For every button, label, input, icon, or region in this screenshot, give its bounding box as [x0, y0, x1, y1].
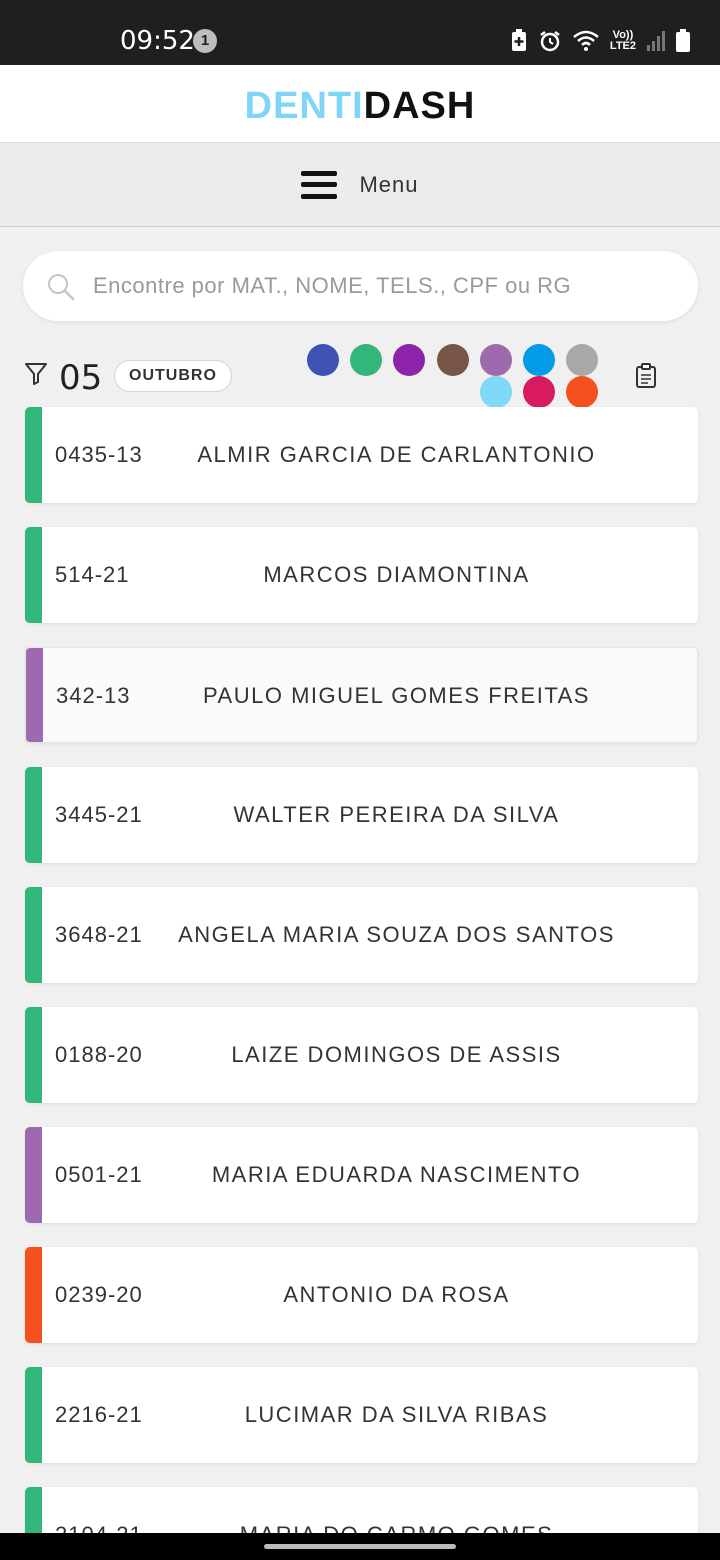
dentidash-logo[interactable]: DENTIDASH	[0, 85, 720, 128]
patient-code: 3445-21	[55, 802, 143, 827]
battery-saver-icon	[511, 29, 526, 51]
patient-name: ANTONIO DA ROSA	[283, 1282, 510, 1307]
patient-card[interactable]: 342-13 PAULO MIGUEL GOMES FREITAS	[25, 647, 698, 743]
notification-count-badge: 1	[193, 29, 217, 53]
patient-name: LAIZE DOMINGOS DE ASSIS	[231, 1042, 562, 1067]
status-color-bar	[25, 767, 42, 863]
search-box	[23, 251, 698, 321]
home-gesture-handle[interactable]	[264, 1544, 456, 1549]
battery-icon	[676, 29, 690, 52]
patient-code: 2216-21	[55, 1402, 143, 1427]
patient-name: ANGELA MARIA SOUZA DOS SANTOS	[178, 922, 615, 947]
menu-button[interactable]: Menu	[0, 143, 720, 227]
filter-icon[interactable]	[25, 362, 47, 386]
patient-code: 0239-20	[55, 1282, 143, 1307]
patient-card[interactable]: 3445-21 WALTER PEREIRA DA SILVA	[25, 767, 698, 863]
network-type: Vo)) LTE2	[609, 29, 636, 52]
hamburger-icon	[301, 170, 338, 199]
system-nav-bar	[0, 1533, 720, 1560]
color-dot[interactable]	[566, 344, 598, 376]
patient-card[interactable]: 514-21 MARCOS DIAMONTINA	[25, 527, 698, 623]
patient-card[interactable]: 0501-21 MARIA EDUARDA NASCIMENTO	[25, 1127, 698, 1223]
status-color-bar	[25, 1367, 42, 1463]
patient-card[interactable]: 0435-13 ALMIR GARCIA DE CARLANTONIO	[25, 407, 698, 503]
clipboard-icon[interactable]	[634, 363, 658, 389]
search-icon[interactable]	[47, 273, 75, 301]
search-input[interactable]	[93, 251, 633, 321]
patient-code: 342-13	[56, 683, 131, 708]
color-dot[interactable]	[566, 376, 598, 408]
status-color-bar	[25, 527, 42, 623]
status-color-bar	[25, 1127, 42, 1223]
status-time: 09:52	[120, 26, 195, 56]
app-header: DENTIDASH	[0, 65, 720, 143]
status-icons: Vo)) LTE2	[510, 26, 690, 56]
month-badge[interactable]: OUTUBRO	[114, 360, 232, 392]
patient-code: 0188-20	[55, 1042, 143, 1067]
status-bar: 09:52 1 Vo)) LTE2	[0, 0, 720, 65]
filter-row: 05 OUTUBRO	[0, 340, 720, 410]
color-dot[interactable]	[393, 344, 425, 376]
color-dot[interactable]	[523, 344, 555, 376]
alarm-icon	[540, 31, 560, 52]
status-color-bar	[25, 887, 42, 983]
patient-code: 514-21	[55, 562, 130, 587]
signal-icon	[647, 31, 665, 51]
status-color-bar	[25, 1007, 42, 1103]
wifi-icon	[573, 30, 599, 51]
status-color-bar	[26, 648, 43, 742]
status-color-bar	[25, 407, 42, 503]
patient-name: ALMIR GARCIA DE CARLANTONIO	[197, 442, 596, 467]
patient-code: 3648-21	[55, 922, 143, 947]
patient-card[interactable]: 0239-20 ANTONIO DA ROSA	[25, 1247, 698, 1343]
color-dot[interactable]	[437, 344, 469, 376]
patient-name: WALTER PEREIRA DA SILVA	[233, 802, 560, 827]
color-dot[interactable]	[523, 376, 555, 408]
menu-label: Menu	[359, 171, 419, 197]
patient-name: LUCIMAR DA SILVA RIBAS	[244, 1402, 549, 1427]
patient-card[interactable]: 2216-21 LUCIMAR DA SILVA RIBAS	[25, 1367, 698, 1463]
color-dot[interactable]	[307, 344, 339, 376]
patient-card[interactable]: 3648-21 ANGELA MARIA SOUZA DOS SANTOS	[25, 887, 698, 983]
patient-name: MARIA EDUARDA NASCIMENTO	[211, 1162, 582, 1187]
selected-day[interactable]: 05	[59, 358, 102, 398]
color-dot[interactable]	[350, 344, 382, 376]
status-color-bar	[25, 1247, 42, 1343]
patient-code: 0501-21	[55, 1162, 143, 1187]
patient-code: 0435-13	[55, 442, 143, 467]
patient-card[interactable]: 0188-20 LAIZE DOMINGOS DE ASSIS	[25, 1007, 698, 1103]
color-dot[interactable]	[480, 376, 512, 408]
patient-name: PAULO MIGUEL GOMES FREITAS	[203, 683, 590, 708]
patient-name: MARCOS DIAMONTINA	[263, 562, 530, 587]
color-dot[interactable]	[480, 344, 512, 376]
